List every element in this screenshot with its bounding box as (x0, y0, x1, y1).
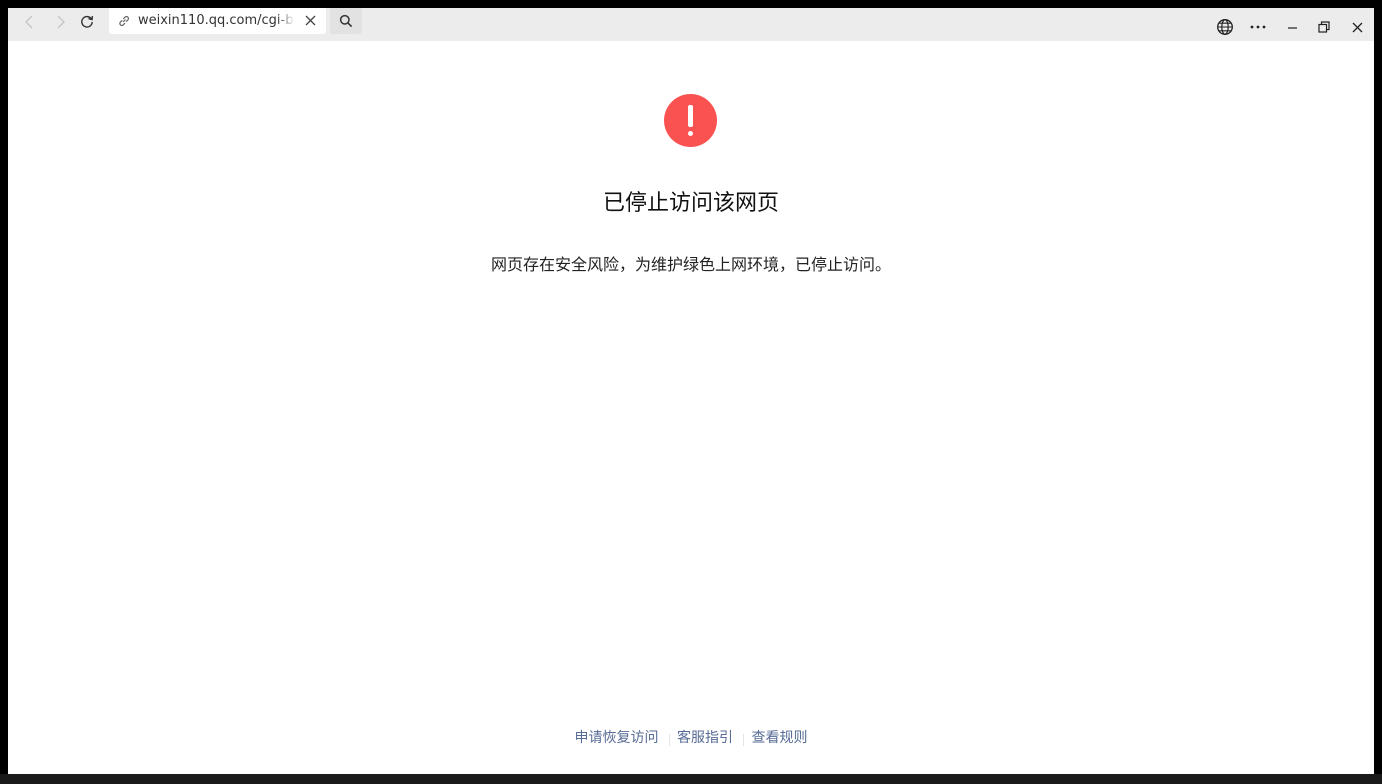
browser-window: weixin110.qq.com/cgi-bin/readtemplate (8, 8, 1374, 774)
reload-button[interactable] (72, 8, 102, 36)
close-window-button[interactable] (1346, 16, 1368, 38)
search-button[interactable] (330, 8, 362, 34)
reload-icon (81, 15, 94, 28)
support-guide-link[interactable]: 客服指引 (670, 730, 740, 746)
page-description: 网页存在安全风险，为维护绿色上网环境，已停止访问。 (490, 255, 891, 274)
more-button[interactable] (1247, 16, 1269, 38)
page-title: 已停止访问该网页 (602, 191, 779, 216)
minimize-button[interactable] (1281, 16, 1303, 38)
close-icon[interactable] (305, 15, 316, 26)
footer-links: 申请恢复访问 客服指引 查看规则 (8, 728, 1374, 748)
chevron-right-icon (57, 15, 65, 29)
address-tab[interactable]: weixin110.qq.com/cgi-bin/readtemplate (109, 8, 326, 34)
globe-icon (1217, 19, 1233, 35)
restore-icon (1318, 21, 1330, 33)
search-icon (339, 14, 353, 28)
browser-titlebar: weixin110.qq.com/cgi-bin/readtemplate (8, 8, 1374, 41)
more-icon (1250, 25, 1266, 29)
view-rules-link[interactable]: 查看规则 (744, 730, 814, 746)
link-icon (119, 16, 129, 26)
restore-button[interactable] (1313, 16, 1335, 38)
warning-icon (664, 94, 717, 147)
back-button[interactable] (14, 8, 44, 36)
chevron-left-icon (25, 15, 33, 29)
close-icon (1352, 22, 1362, 32)
page-content: 已停止访问该网页 网页存在安全风险，为维护绿色上网环境，已停止访问。 申请恢复访… (8, 41, 1374, 774)
language-button[interactable] (1214, 16, 1236, 38)
address-url[interactable]: weixin110.qq.com/cgi-bin/readtemplate (138, 13, 295, 31)
request-restore-link[interactable]: 申请恢复访问 (568, 730, 666, 746)
minimize-icon (1287, 26, 1297, 29)
taskbar-edge (0, 774, 1382, 784)
